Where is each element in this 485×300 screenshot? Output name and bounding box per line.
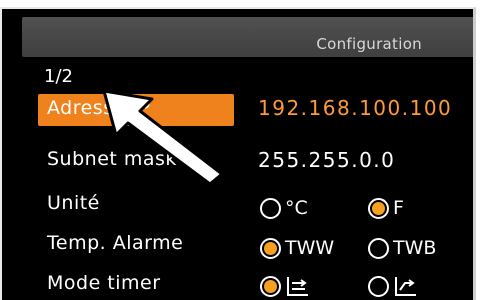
ip-address-value[interactable]: 192.168.100.100 (258, 96, 452, 120)
radio-celsius[interactable] (260, 197, 281, 219)
page-indicator: 1/2 (44, 66, 73, 87)
unit-option-fahrenheit[interactable]: F (368, 197, 404, 219)
alarm-option-tww[interactable]: TWW (260, 237, 334, 259)
subnet-mask-label: Subnet mask (47, 148, 177, 170)
page-title: Configuration (316, 35, 422, 53)
timer-mode-icon (395, 277, 416, 296)
timer-mode-label: Mode timer (47, 272, 161, 294)
alarm-option-twb[interactable]: TWB (368, 237, 436, 259)
device-frame: Configuration 1/2 Adresse IP 192.168.100… (0, 0, 485, 300)
unit-celsius-label: °C (285, 197, 308, 219)
timer-mode-icon (287, 277, 308, 296)
timer-option-1[interactable] (260, 275, 311, 297)
header-bar: Configuration (22, 17, 473, 57)
radio-twb[interactable] (368, 237, 389, 259)
timer-option-2[interactable] (368, 275, 419, 297)
ip-address-label: Adresse IP (47, 97, 151, 119)
unit-option-celsius[interactable]: °C (260, 197, 308, 219)
subnet-mask-value[interactable]: 255.255.0.0 (258, 148, 395, 172)
radio-tww[interactable] (260, 237, 281, 259)
unit-label: Unité (47, 192, 100, 214)
unit-fahrenheit-label: F (393, 197, 404, 219)
temp-alarm-label: Temp. Alarme (47, 232, 184, 254)
alarm-tww-label: TWW (285, 237, 335, 259)
device-screen: Configuration 1/2 Adresse IP 192.168.100… (0, 7, 476, 300)
radio-timer-2[interactable] (368, 275, 389, 297)
radio-timer-1[interactable] (260, 275, 281, 297)
radio-fahrenheit[interactable] (368, 197, 389, 219)
alarm-twb-label: TWB (393, 237, 437, 259)
